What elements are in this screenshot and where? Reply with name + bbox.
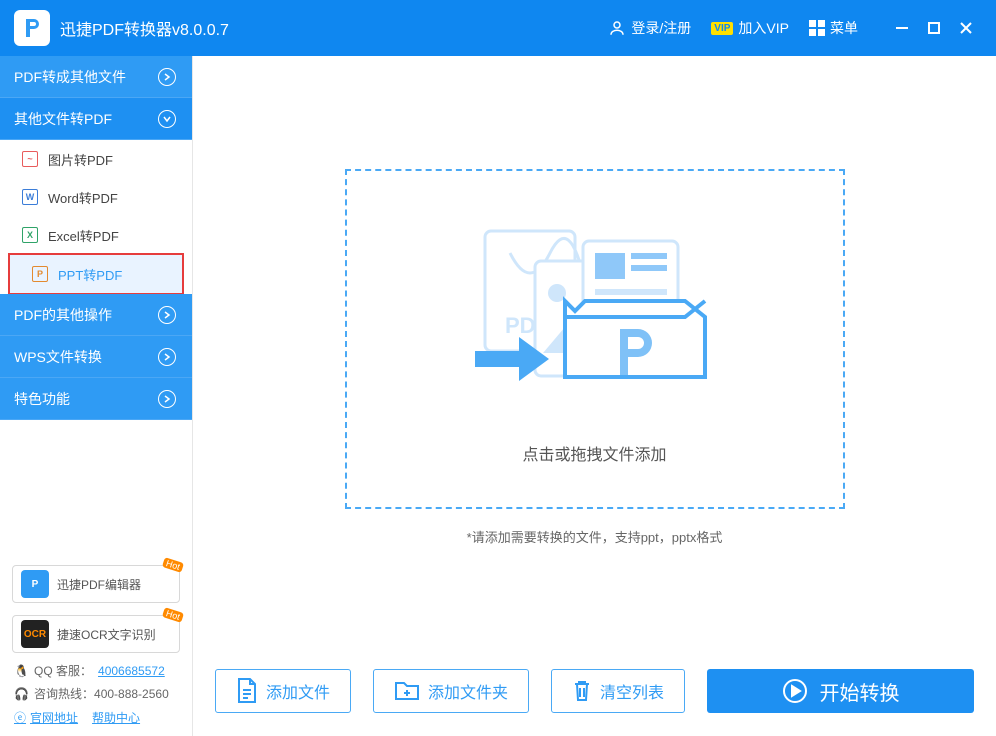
chevron-right-icon (158, 68, 176, 86)
qq-link[interactable]: 4006685572 (98, 664, 165, 678)
grid-icon (809, 20, 825, 36)
promo-label: 迅捷PDF编辑器 (57, 576, 141, 593)
minimize-button[interactable] (886, 0, 918, 56)
add-folder-button[interactable]: 添加文件夹 (373, 669, 529, 713)
qq-contact: 🐧 QQ 客服： 4006685572 (0, 659, 192, 682)
button-label: 添加文件夹 (428, 679, 508, 703)
close-button[interactable] (950, 0, 982, 56)
menu-label: 菜单 (830, 18, 858, 38)
vip-icon: VIP (711, 22, 733, 35)
chevron-right-icon (158, 348, 176, 366)
button-label: 开始转换 (820, 677, 900, 706)
qq-icon: 🐧 (14, 664, 28, 678)
subitem-excel-to-pdf[interactable]: X Excel转PDF (0, 216, 192, 254)
drop-illustration: PDF (465, 213, 725, 413)
chevron-right-icon (158, 390, 176, 408)
phone-value: 400-888-2560 (94, 687, 169, 701)
ppt-file-icon: P (32, 266, 48, 282)
app-logo (14, 10, 50, 46)
highlight-box: P PPT转PDF (8, 253, 184, 295)
button-label: 清空列表 (600, 679, 664, 703)
site-link[interactable]: 官网地址 (30, 709, 78, 726)
add-file-button[interactable]: 添加文件 (215, 669, 351, 713)
drop-zone-label: 点击或拖拽文件添加 (522, 441, 666, 465)
button-label: 添加文件 (266, 679, 330, 703)
promo-label: 捷速OCR文字识别 (57, 626, 156, 643)
login-button[interactable]: 登录/注册 (598, 0, 701, 56)
qq-label: QQ 客服： (34, 662, 92, 679)
play-icon (782, 678, 808, 704)
folder-add-icon (394, 680, 420, 702)
phone-contact: 🎧 咨询热线： 400-888-2560 (0, 682, 192, 705)
help-link[interactable]: 帮助中心 (92, 709, 140, 726)
start-convert-button[interactable]: 开始转换 (707, 669, 974, 713)
hot-badge: Hot (162, 607, 184, 623)
category-other-to-pdf[interactable]: 其他文件转PDF (0, 98, 192, 140)
drop-zone[interactable]: PDF 点击或拖拽文件添加 (345, 169, 845, 509)
category-wps-convert[interactable]: WPS文件转换 (0, 336, 192, 378)
headset-icon: 🎧 (14, 687, 28, 701)
category-label: WPS文件转换 (14, 347, 102, 367)
titlebar: 迅捷PDF转换器v8.0.0.7 登录/注册 VIP 加入VIP 菜单 (0, 0, 996, 56)
promo-icon: OCR (21, 620, 49, 648)
chevron-right-icon (158, 306, 176, 324)
category-label: PDF的其他操作 (14, 305, 112, 325)
subitem-label: Word转PDF (48, 188, 118, 207)
file-add-icon (236, 678, 258, 704)
vip-button[interactable]: VIP 加入VIP (701, 0, 799, 56)
user-icon (608, 19, 626, 37)
globe-icon: ⓔ (14, 709, 26, 726)
subitem-word-to-pdf[interactable]: W Word转PDF (0, 178, 192, 216)
category-label: PDF转成其他文件 (14, 67, 126, 87)
hint-text: *请添加需要转换的文件，支持ppt，pptx格式 (467, 527, 723, 546)
category-label: 特色功能 (14, 389, 70, 409)
action-bar: 添加文件 添加文件夹 清空列表 开始转换 (193, 658, 996, 736)
hot-badge: Hot (162, 557, 184, 573)
category-special[interactable]: 特色功能 (0, 378, 192, 420)
subitem-label: 图片转PDF (48, 150, 113, 169)
promo-ocr[interactable]: OCR 捷速OCR文字识别 Hot (12, 615, 180, 653)
main-panel: PDF 点击或拖拽文件添加 *请 (193, 56, 996, 736)
app-title: 迅捷PDF转换器v8.0.0.7 (60, 16, 229, 40)
phone-label: 咨询热线： (34, 685, 94, 702)
menu-button[interactable]: 菜单 (799, 0, 868, 56)
vip-label: 加入VIP (738, 18, 789, 38)
excel-file-icon: X (22, 227, 38, 243)
image-file-icon: ~ (22, 151, 38, 167)
subitem-image-to-pdf[interactable]: ~ 图片转PDF (0, 140, 192, 178)
subitem-label: Excel转PDF (48, 226, 119, 245)
sidebar: PDF转成其他文件 其他文件转PDF ~ 图片转PDF W Word转PDF X… (0, 56, 193, 736)
subitem-ppt-to-pdf[interactable]: P PPT转PDF (10, 255, 182, 293)
category-label: 其他文件转PDF (14, 109, 112, 129)
promo-icon: P (21, 570, 49, 598)
promo-pdf-editor[interactable]: P 迅捷PDF编辑器 Hot (12, 565, 180, 603)
category-pdf-to-other[interactable]: PDF转成其他文件 (0, 56, 192, 98)
login-label: 登录/注册 (631, 18, 691, 38)
maximize-button[interactable] (918, 0, 950, 56)
subitem-label: PPT转PDF (58, 265, 122, 284)
category-pdf-other-ops[interactable]: PDF的其他操作 (0, 294, 192, 336)
word-file-icon: W (22, 189, 38, 205)
chevron-down-icon (158, 110, 176, 128)
trash-icon (572, 679, 592, 703)
clear-list-button[interactable]: 清空列表 (551, 669, 685, 713)
